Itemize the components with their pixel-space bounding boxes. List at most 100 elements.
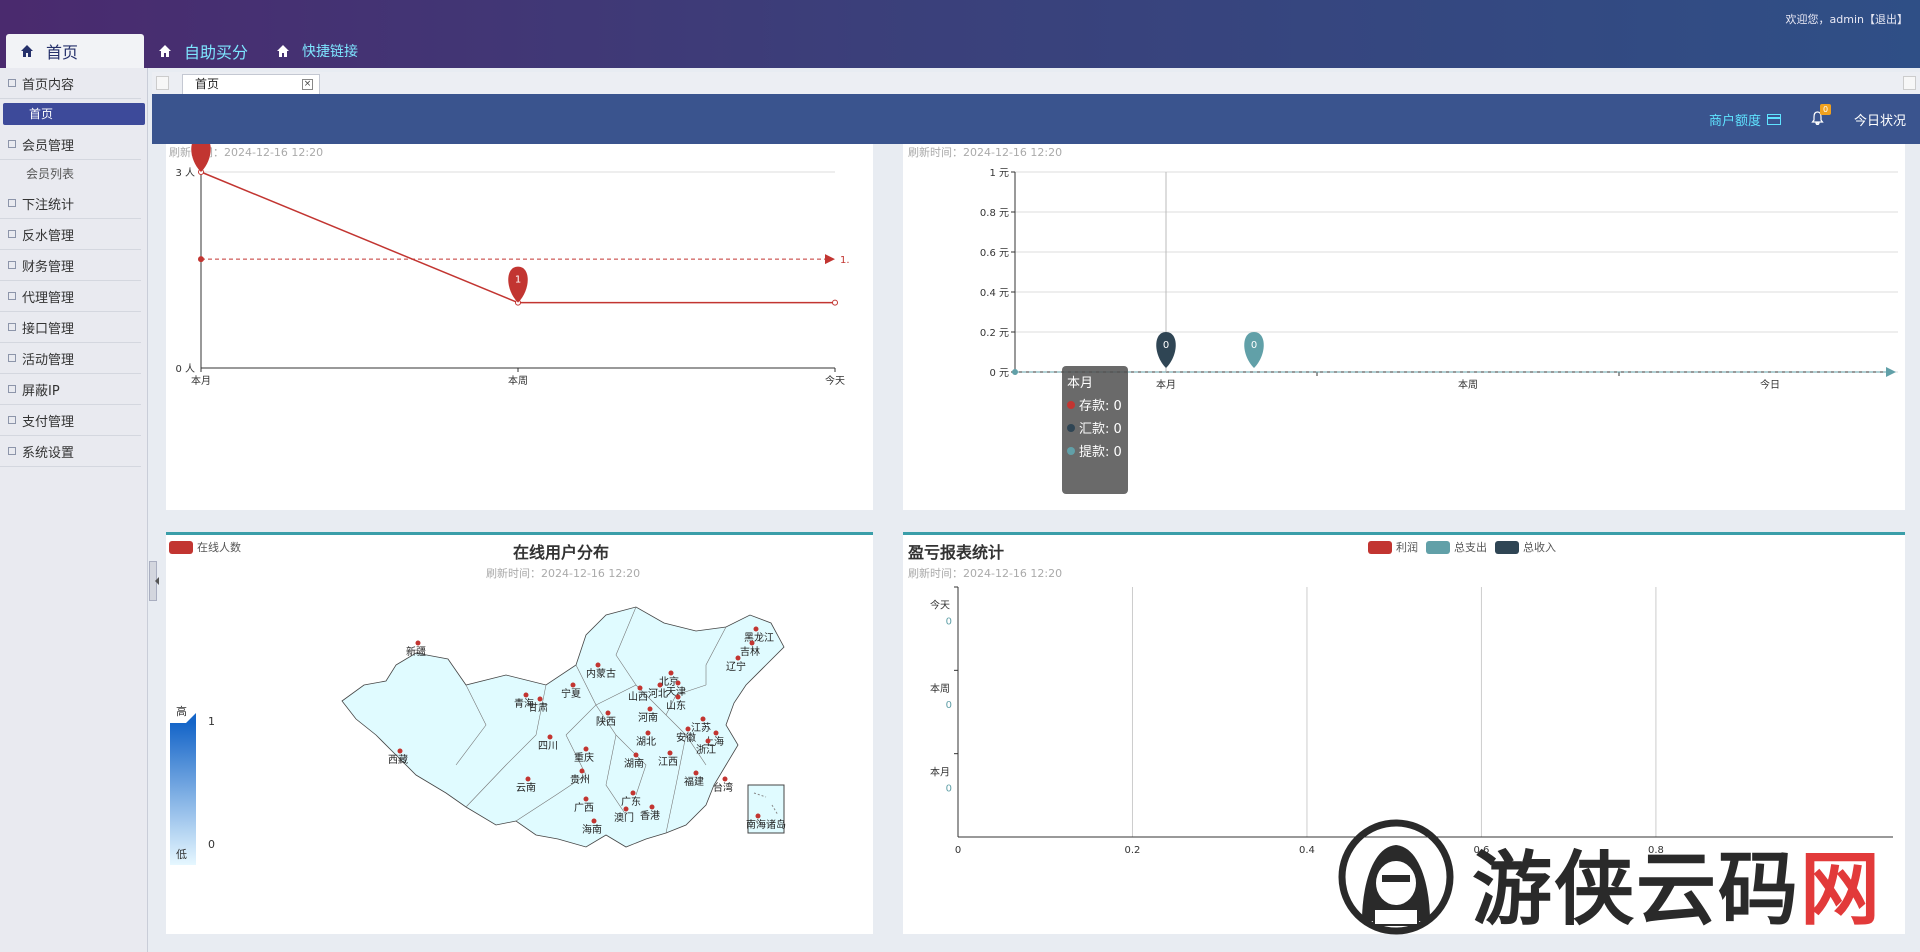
sidebar-group-label: 支付管理 <box>22 414 75 430</box>
min-marker: 1 <box>508 266 528 303</box>
province-dot <box>415 640 421 646</box>
sidebar-group[interactable]: 财务管理 <box>0 250 141 281</box>
province-label: 辽宁 <box>726 660 746 673</box>
y-tick-label: 本周 <box>930 682 950 695</box>
average-line-arrow <box>1886 367 1896 377</box>
nav-home-tab[interactable]: 首页 <box>6 34 144 68</box>
sidebar-group-label: 活动管理 <box>22 352 75 368</box>
province-dot <box>623 806 629 812</box>
province-dot <box>705 738 711 744</box>
province-dot <box>685 726 691 732</box>
bar-value-label: 0 <box>946 617 952 628</box>
province-dot <box>595 662 601 668</box>
tooltip-row: 汇款: 0 <box>1067 418 1123 437</box>
bar-value-label: 0 <box>946 700 952 711</box>
sidebar-group[interactable]: 活动管理 <box>0 343 141 374</box>
average-line-start <box>198 256 204 263</box>
scale-bar <box>170 723 196 865</box>
province-label: 重庆 <box>574 751 594 764</box>
top-nav: 首页 自助买分 快捷链接 <box>0 34 372 68</box>
tab-scroll-right-button[interactable] <box>1903 76 1916 90</box>
sidebar-group[interactable]: 屏蔽IP <box>0 374 141 405</box>
sidebar-group[interactable]: 系统设置 <box>0 436 141 467</box>
series-dot-icon <box>1067 446 1075 455</box>
expand-icon <box>8 447 16 455</box>
expand-icon <box>8 323 16 331</box>
scale-high-label: 高 <box>176 704 187 718</box>
province-label: 广东 <box>621 795 641 808</box>
sidebar-group[interactable]: 首页内容 <box>0 68 141 99</box>
province-label: 浙江 <box>696 744 716 756</box>
sidebar-group[interactable]: 会员管理 <box>0 129 141 160</box>
series-marker: 0 <box>1244 332 1264 368</box>
average-line-arrow <box>825 254 835 265</box>
tooltip-row-label: 提款: 0 <box>1079 445 1122 460</box>
province-label: 河北 <box>648 688 668 700</box>
sidebar-item[interactable]: 首页 <box>3 103 145 125</box>
sidebar-group[interactable]: 代理管理 <box>0 281 141 312</box>
province-label: 西藏 <box>388 754 408 766</box>
tab-home[interactable]: 首页 × <box>182 74 320 94</box>
sidebar: 首页内容首页会员管理会员列表下注统计反水管理财务管理代理管理接口管理活动管理屏蔽… <box>0 68 148 952</box>
series-dot-icon <box>1067 400 1075 409</box>
expand-icon <box>8 416 16 424</box>
profit-loss-panel: 盈亏报表统计 刷新时间：2024-12-16 12:20 利润 总支出 总收入 … <box>903 532 1905 934</box>
x-tick-label: 本月 <box>191 374 211 387</box>
province-dot <box>591 818 597 824</box>
notification-button[interactable]: 0 <box>1811 104 1831 128</box>
province-dot <box>700 716 706 722</box>
province-dot <box>713 730 719 736</box>
today-status-button[interactable]: 今日状况 <box>1854 110 1906 129</box>
province-dot <box>668 670 674 676</box>
sidebar-group-label: 系统设置 <box>22 445 75 461</box>
series-dot-icon <box>1067 423 1075 432</box>
province-dot <box>547 734 553 740</box>
sidebar-group-label: 财务管理 <box>22 259 75 275</box>
expand-icon <box>8 79 16 87</box>
sidebar-group[interactable]: 下注统计 <box>0 188 141 219</box>
welcome-logout-link[interactable]: 欢迎您，admin【退出】 <box>1786 11 1908 27</box>
province-dot <box>667 750 673 756</box>
sidebar-item[interactable]: 会员列表 <box>0 163 147 185</box>
sidebar-group-label: 接口管理 <box>22 321 75 337</box>
online-users-trend-panel: 刷新时间：2024-12-16 12:20 3 人0 人本月 本周 今天 1. 1 <box>166 144 873 510</box>
x-tick-label: 本周 <box>1458 378 1478 391</box>
province-dot <box>722 776 728 782</box>
nav-buy-points-tab[interactable]: 自助买分 <box>144 34 262 68</box>
x-tick-label: 0.4 <box>1299 845 1315 856</box>
y-tick-label: 今天 <box>930 599 950 612</box>
tooltip-row-label: 存款: 0 <box>1079 399 1122 414</box>
province-label: 南海诸岛 <box>746 818 786 831</box>
province-dot <box>675 694 681 700</box>
province-label: 吉林 <box>740 645 760 658</box>
y-tick-label: 0 人 <box>175 363 195 375</box>
nav-quick-links-tab[interactable]: 快捷链接 <box>262 34 372 68</box>
province-label: 澳门 <box>614 811 634 824</box>
province-dot <box>645 730 651 736</box>
sidebar-group[interactable]: 反水管理 <box>0 219 141 250</box>
tab-scroll-left-button[interactable] <box>156 76 169 90</box>
province-label: 台湾 <box>713 781 733 794</box>
merchant-quota-button[interactable]: 商户额度 <box>1709 110 1781 129</box>
province-dot <box>649 804 655 810</box>
y-tick-label: 1 元 <box>989 168 1009 179</box>
bar-value-label: 0 <box>946 783 952 794</box>
province-label: 云南 <box>516 781 536 794</box>
sidebar-group-label: 会员管理 <box>22 138 75 154</box>
close-icon[interactable]: × <box>302 79 313 90</box>
sidebar-group[interactable]: 支付管理 <box>0 405 141 436</box>
province-dot <box>523 692 529 698</box>
province-label: 湖南 <box>624 757 644 770</box>
sidebar-collapse-handle[interactable] <box>149 561 159 601</box>
sidebar-group[interactable]: 接口管理 <box>0 312 141 343</box>
home-icon <box>159 45 171 57</box>
sidebar-group-label: 反水管理 <box>22 228 75 244</box>
province-label: 贵州 <box>570 773 590 786</box>
province-dot <box>675 680 681 686</box>
province-label: 山东 <box>666 699 686 712</box>
province-dot <box>525 776 531 782</box>
china-map[interactable]: 高10低新疆西藏内蒙古黑龙江吉林辽宁北京天津河北山西山东宁夏青海甘肃陕西 河南江苏… <box>166 535 873 934</box>
province-dot <box>633 752 639 758</box>
province-label: 广西 <box>574 802 594 814</box>
province-dot <box>570 682 576 688</box>
